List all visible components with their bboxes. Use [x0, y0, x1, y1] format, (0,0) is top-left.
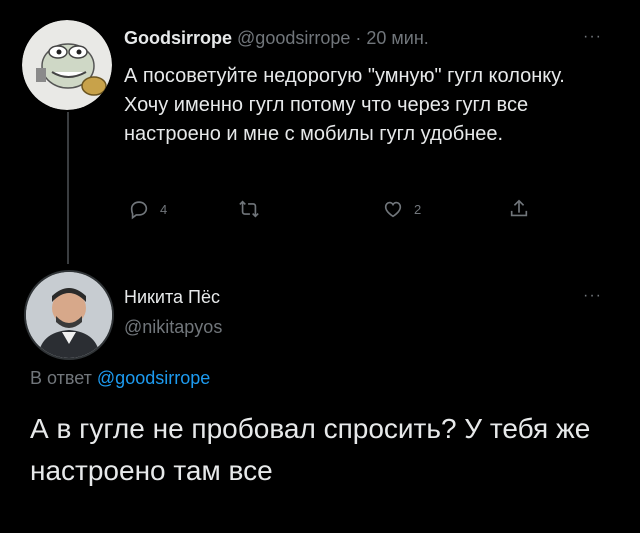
- reply-more-options-icon[interactable]: ···: [583, 287, 602, 305]
- tweet-time[interactable]: 20 мин.: [366, 28, 428, 48]
- retweet-icon: [239, 200, 259, 218]
- retweet-button[interactable]: [238, 198, 270, 220]
- avatar-nikitapyos[interactable]: [24, 270, 114, 360]
- reply-button[interactable]: 4: [128, 198, 167, 220]
- reply-to-prefix: В ответ: [30, 368, 92, 388]
- reply-author-name[interactable]: Никита Пёс: [124, 287, 220, 308]
- tweet-actions: 4 2: [124, 198, 544, 222]
- author-handle[interactable]: @goodsirrope: [237, 28, 350, 48]
- meta-separator: ·: [355, 28, 362, 48]
- share-button[interactable]: [508, 198, 540, 220]
- reply-icon: [130, 201, 148, 220]
- author-name[interactable]: Goodsirrope: [124, 28, 232, 48]
- tweet-text: А посоветуйте недорогую "умную" гугл кол…: [124, 65, 571, 145]
- like-button[interactable]: 2: [382, 198, 421, 220]
- thread-connector-line: [67, 112, 69, 264]
- reply-to-link[interactable]: @goodsirrope: [97, 368, 210, 388]
- reply-author-handle[interactable]: @nikitapyos: [124, 317, 222, 338]
- reply-count: 4: [160, 201, 168, 217]
- share-icon: [510, 199, 528, 217]
- more-options-icon[interactable]: ···: [583, 28, 602, 46]
- avatar-goodsirrope[interactable]: [22, 20, 112, 110]
- reply-text: А в гугле не пробовал спросить? У тебя ж…: [30, 413, 599, 486]
- like-count: 2: [414, 201, 422, 217]
- like-icon: [384, 201, 402, 218]
- reply-to-line: В ответ @goodsirrope: [30, 368, 210, 389]
